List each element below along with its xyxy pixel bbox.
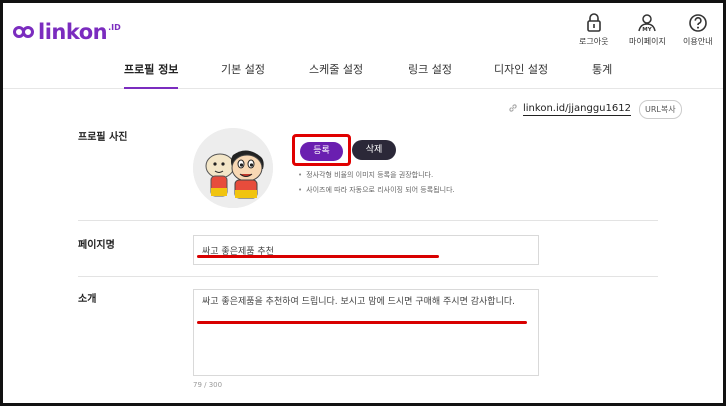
profile-url[interactable]: linkon.id/jjanggu1612	[523, 103, 631, 116]
logo-mark-icon	[13, 25, 35, 39]
guide-button[interactable]: 이용안내	[683, 11, 712, 47]
divider	[78, 220, 658, 221]
register-button-highlight: 등록	[292, 134, 351, 166]
tab-basic-settings[interactable]: 기본 설정	[221, 61, 265, 89]
tab-design-settings[interactable]: 디자인 설정	[494, 61, 548, 89]
intro-char-counter: 79 / 300	[193, 381, 223, 389]
logout-button[interactable]: 로그아웃	[579, 11, 608, 47]
profile-photo-label: 프로필 사진	[78, 132, 128, 143]
mypage-button[interactable]: MY 마이페이지	[629, 11, 666, 47]
delete-button[interactable]: 삭제	[352, 140, 396, 160]
user-icon: MY	[637, 11, 657, 33]
intro-textarea[interactable]: 싸고 좋은제품을 추천하여 드립니다. 보시고 맘에 드시면 구매해 주시면 감…	[193, 289, 539, 376]
intro-value: 싸고 좋은제품을 추천하여 드립니다. 보시고 맘에 드시면 구매해 주시면 감…	[202, 297, 515, 307]
tab-bar: 프로필 정보 기본 설정 스케줄 설정 링크 설정 디자인 설정 통계	[3, 53, 723, 89]
url-copy-button[interactable]: URL복사	[638, 100, 682, 119]
tab-link-settings[interactable]: 링크 설정	[408, 61, 452, 89]
guide-label: 이용안내	[683, 37, 713, 46]
photo-hint-ratio: 정사각형 비율의 이미지 등록을 권장합니다.	[298, 170, 433, 180]
page-name-label: 페이지명	[78, 240, 115, 251]
photo-hint-resize: 사이즈에 따라 자동으로 리사이징 되어 등록됩니다.	[298, 185, 455, 195]
underline-annotation	[197, 321, 527, 324]
tab-schedule-settings[interactable]: 스케줄 설정	[309, 61, 363, 89]
mypage-label: 마이페이지	[629, 37, 666, 46]
logo-text: linkon	[38, 20, 108, 44]
header: linkon .ID 로그아웃 MY 마이페이지 이용안내	[3, 3, 723, 53]
logout-label: 로그아웃	[579, 37, 609, 46]
lock-icon	[586, 11, 602, 33]
page-name-input[interactable]: 싸고 좋은제품 추천	[193, 235, 539, 265]
register-button[interactable]: 등록	[300, 142, 343, 161]
divider	[78, 276, 658, 277]
question-icon	[688, 11, 708, 33]
logo[interactable]: linkon .ID	[13, 20, 121, 44]
url-bar: linkon.id/jjanggu1612 URL복사	[508, 100, 682, 119]
link-icon	[508, 103, 518, 116]
avatar	[193, 128, 273, 208]
tab-statistics[interactable]: 통계	[592, 61, 612, 89]
tab-profile-info[interactable]: 프로필 정보	[124, 61, 179, 89]
logo-suffix: .ID	[108, 22, 121, 32]
svg-text:MY: MY	[643, 27, 653, 33]
intro-label: 소개	[78, 294, 97, 305]
underline-annotation	[197, 255, 439, 258]
